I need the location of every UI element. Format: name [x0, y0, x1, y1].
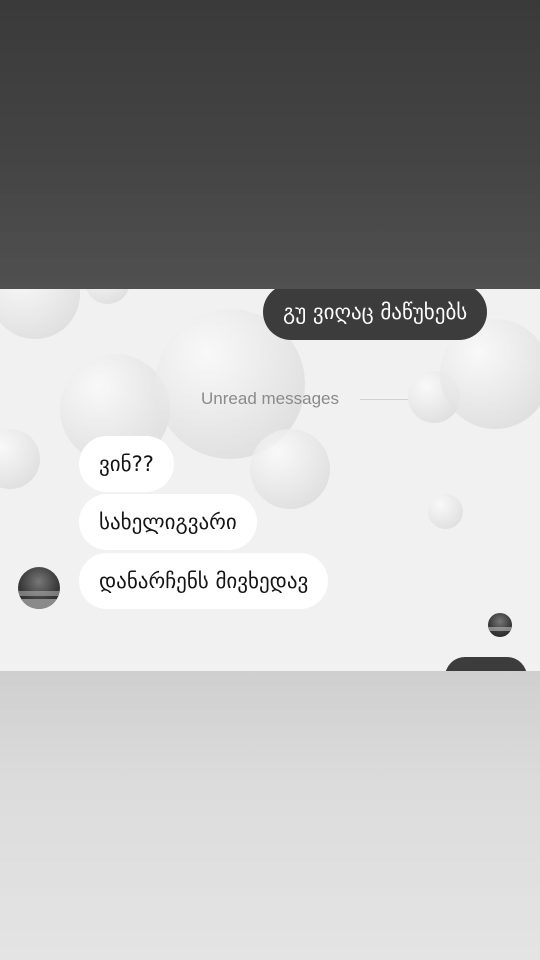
message-text: გუ ვიღაც მაწუხებს [283, 300, 468, 324]
outgoing-message[interactable]: გუ ვიღაც მაწუხებს [263, 289, 488, 340]
message-text: ვინ?? [99, 452, 154, 476]
background-sphere [85, 289, 130, 304]
unread-messages-divider: Unread messages [201, 389, 339, 408]
chat-area[interactable]: გუ ვიღაც მაწუხებს Unread messages ვინ?? … [0, 289, 540, 671]
read-receipt-avatar [488, 613, 512, 637]
top-overlay [0, 0, 540, 289]
outgoing-message-partial[interactable] [445, 657, 527, 671]
background-sphere [0, 429, 40, 489]
background-sphere [250, 429, 330, 509]
sender-avatar[interactable] [18, 567, 60, 609]
incoming-message[interactable]: დანარჩენს მივხედავ [79, 553, 329, 609]
bottom-overlay [0, 671, 540, 960]
avatar-detail [18, 591, 60, 596]
avatar-detail [488, 627, 512, 631]
incoming-message[interactable]: ვინ?? [79, 436, 174, 492]
background-sphere [0, 289, 80, 339]
background-sphere [428, 494, 463, 529]
message-text: სახელიგვარი [99, 510, 237, 534]
incoming-message[interactable]: სახელიგვარი [79, 494, 257, 550]
message-text: დანარჩენს მივხედავ [99, 569, 309, 593]
avatar-detail [18, 599, 60, 609]
